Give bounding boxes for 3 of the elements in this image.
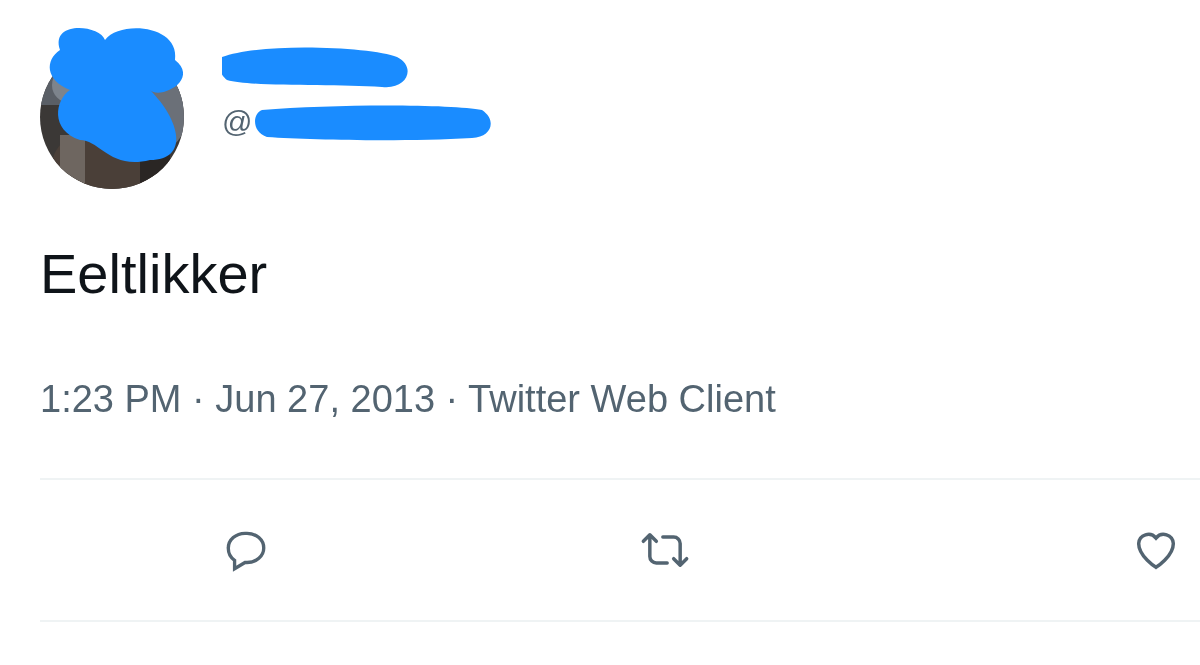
tweet-text: Eeltlikker — [40, 246, 269, 302]
tweet-meta: 1:23 PM · Jun 27, 2013 · Twitter Web Client — [40, 380, 777, 418]
user-handle: @ — [222, 107, 253, 137]
